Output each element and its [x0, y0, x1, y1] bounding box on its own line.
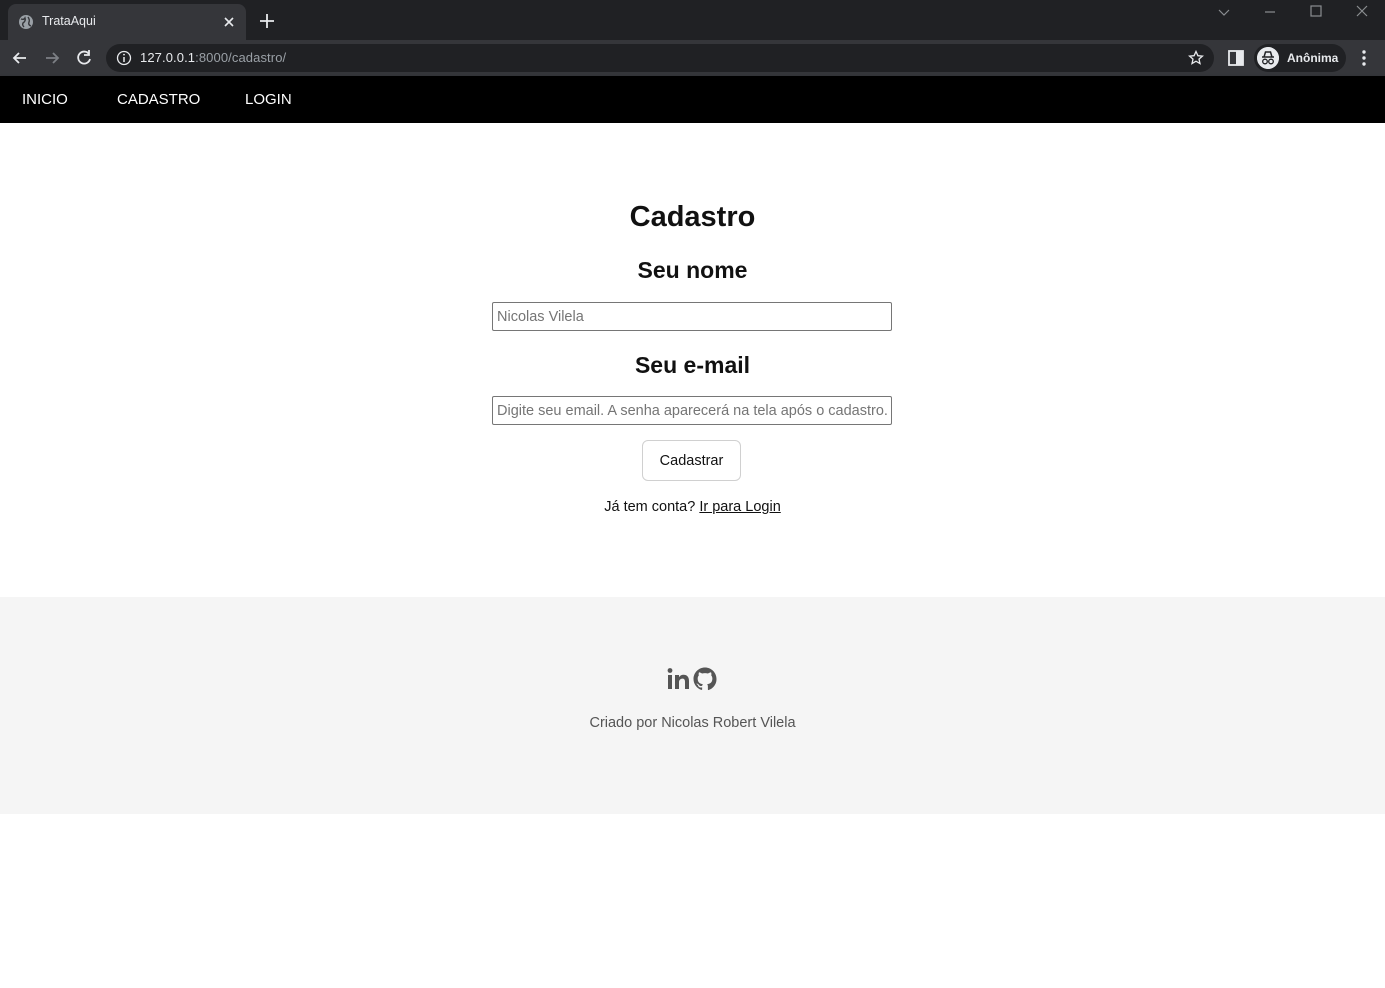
linkedin-link[interactable] [667, 667, 690, 691]
page-title: Cadastro [629, 201, 756, 233]
tab-search-chevron-icon[interactable] [1215, 4, 1233, 20]
social-links [667, 667, 719, 691]
nav-login[interactable]: LOGIN [245, 91, 292, 108]
profile-label: Anônima [1287, 51, 1339, 65]
signup-section: Cadastro Seu nome Seu e-mail Cadastrar J… [0, 123, 1385, 597]
site-nav: INICIO CADASTRO LOGIN [0, 76, 1385, 123]
github-icon [693, 667, 717, 691]
github-link[interactable] [693, 667, 717, 691]
address-bar[interactable]: 127.0.0.1:8000/cadastro/ [106, 44, 1214, 72]
globe-icon [19, 15, 33, 29]
star-icon[interactable] [1188, 50, 1204, 66]
tab-title: TrataAqui [42, 14, 96, 28]
name-input[interactable] [492, 302, 892, 331]
kebab-menu-icon[interactable] [1354, 48, 1374, 68]
maximize-icon[interactable] [1307, 4, 1325, 20]
incognito-icon [1257, 47, 1279, 69]
browser-tab-bar: TrataAqui [0, 0, 1385, 40]
email-label: Seu e-mail [634, 352, 751, 378]
window-close-icon[interactable] [1353, 4, 1371, 20]
login-link[interactable]: Ir para Login [699, 499, 780, 515]
footer-credit: Criado por Nicolas Robert Vilela [589, 715, 796, 731]
name-label: Seu nome [637, 257, 748, 283]
back-arrow-icon[interactable] [10, 48, 30, 68]
side-panel-icon[interactable] [1226, 48, 1246, 68]
login-prompt: Já tem conta? [604, 499, 696, 515]
plus-icon[interactable] [258, 12, 276, 30]
email-input[interactable] [492, 396, 892, 425]
browser-tab[interactable]: TrataAqui [8, 4, 246, 40]
close-icon[interactable] [222, 15, 236, 29]
url-host: 127.0.0.1 [140, 50, 196, 65]
browser-toolbar: 127.0.0.1:8000/cadastro/ Anônima [0, 40, 1385, 76]
submit-button[interactable]: Cadastrar [642, 440, 741, 481]
profile-button[interactable]: Anônima [1254, 44, 1346, 72]
linkedin-icon [667, 668, 689, 689]
nav-cadastro[interactable]: CADASTRO [117, 91, 200, 108]
footer: Criado por Nicolas Robert Vilela [0, 597, 1385, 814]
url-text: 127.0.0.1:8000/cadastro/ [140, 50, 286, 65]
nav-inicio[interactable]: INICIO [22, 91, 68, 108]
login-prompt-line: Já tem conta? Ir para Login [0, 499, 1385, 515]
info-icon[interactable] [116, 50, 132, 66]
minimize-icon[interactable] [1261, 4, 1279, 20]
url-path: :8000/cadastro/ [195, 50, 287, 65]
forward-arrow-icon[interactable] [42, 48, 62, 68]
reload-icon[interactable] [74, 48, 94, 68]
